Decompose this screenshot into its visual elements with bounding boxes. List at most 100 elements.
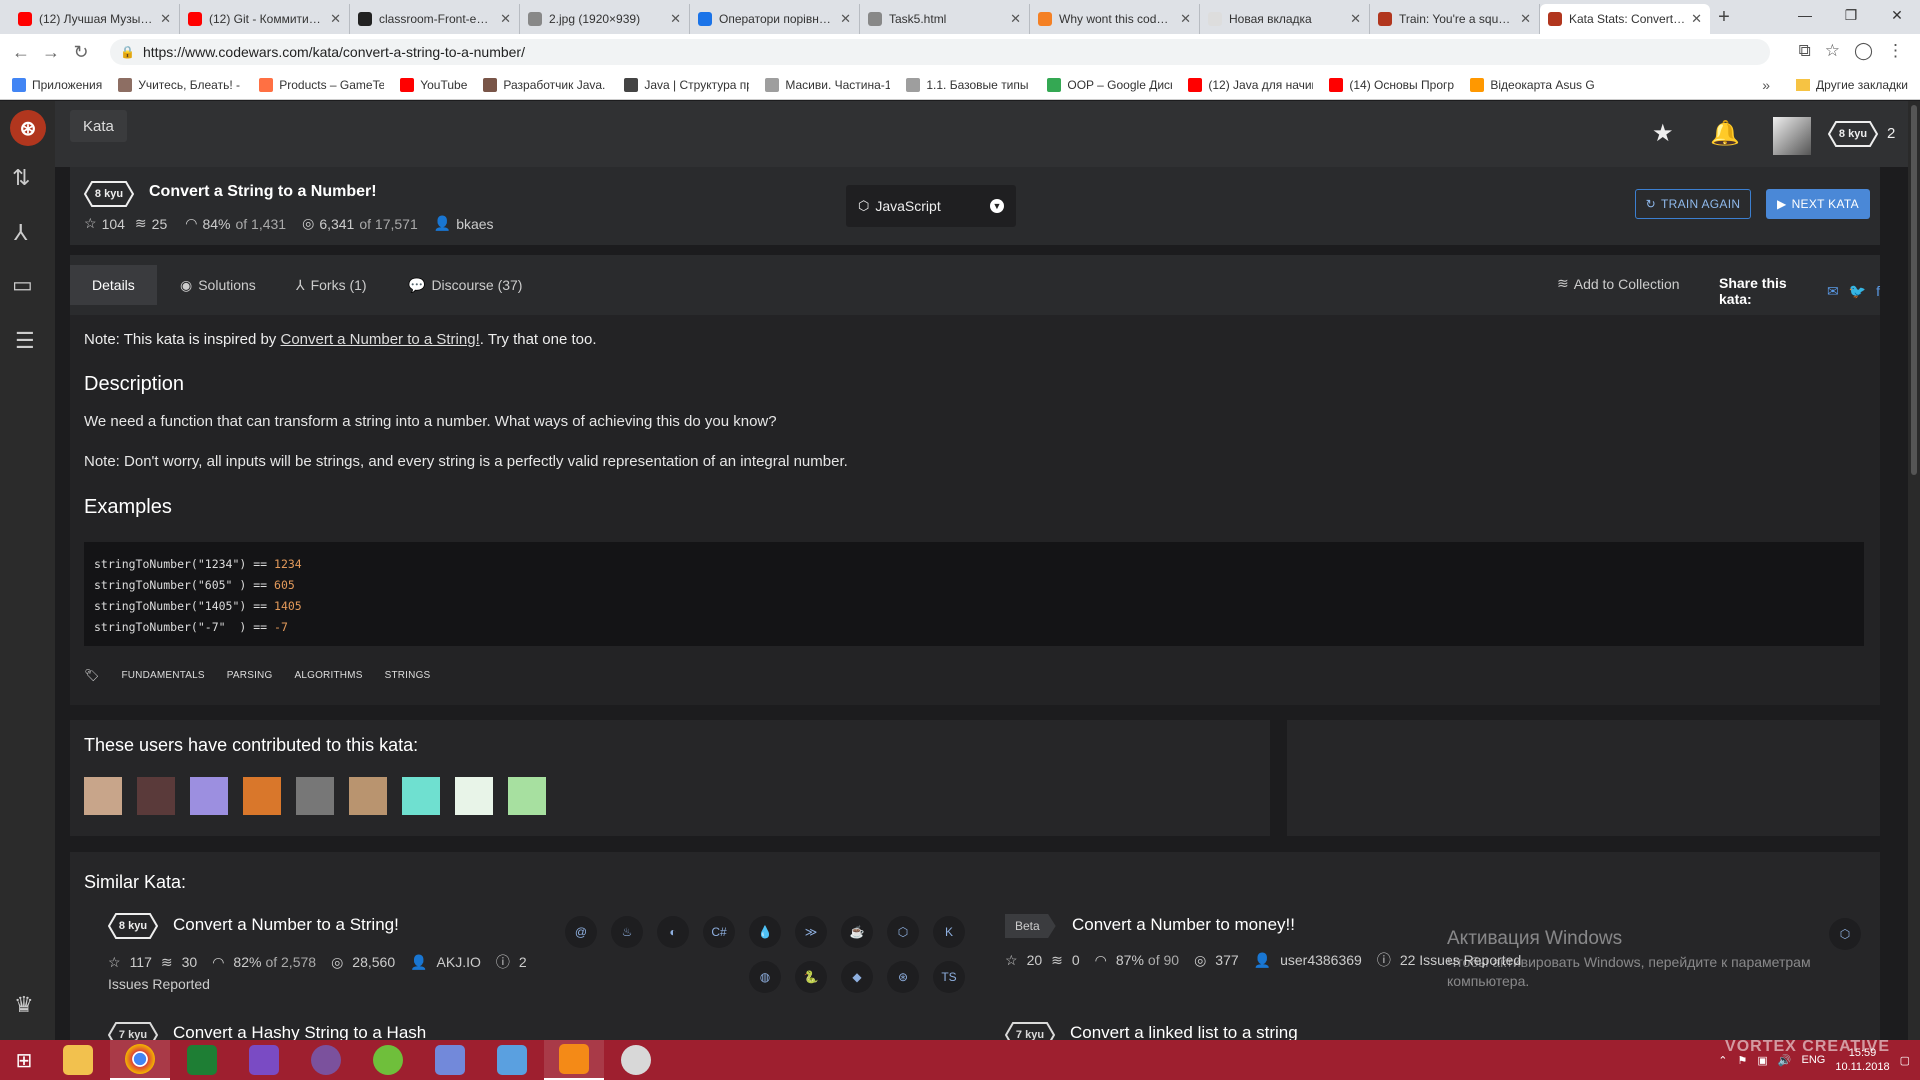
close-tab-icon[interactable]: ✕ bbox=[1520, 11, 1531, 27]
language-icon[interactable]: ◐ bbox=[657, 916, 689, 948]
language-icon[interactable]: 💧 bbox=[749, 916, 781, 948]
language-icon[interactable]: K bbox=[933, 916, 965, 948]
contributor-avatar[interactable] bbox=[349, 777, 387, 815]
close-tab-icon[interactable]: ✕ bbox=[1350, 11, 1361, 27]
language-icon[interactable]: TS bbox=[933, 961, 965, 993]
page-scrollbar[interactable] bbox=[1908, 101, 1920, 1040]
user-avatar[interactable] bbox=[1773, 117, 1811, 155]
close-tab-icon[interactable]: ✕ bbox=[1010, 11, 1021, 27]
close-tab-icon[interactable]: ✕ bbox=[160, 11, 171, 27]
bookmark-item[interactable]: Масиви. Частина-1… bbox=[765, 77, 890, 92]
bookmark-item[interactable]: YouTube bbox=[400, 77, 467, 92]
visual-studio-icon[interactable] bbox=[234, 1040, 294, 1080]
close-tab-icon[interactable]: ✕ bbox=[500, 11, 511, 27]
contributor-avatar[interactable] bbox=[190, 777, 228, 815]
new-tab-button[interactable]: + bbox=[1710, 6, 1738, 29]
tab-solutions[interactable]: ◉ Solutions bbox=[158, 265, 278, 305]
scrollbar-thumb[interactable] bbox=[1911, 105, 1917, 475]
contributor-avatar[interactable] bbox=[402, 777, 440, 815]
close-tab-icon[interactable]: ✕ bbox=[1180, 11, 1191, 27]
close-tab-icon[interactable]: ✕ bbox=[1691, 11, 1702, 27]
similar-author[interactable]: AKJ.IO bbox=[437, 954, 481, 970]
notifications-bell-icon[interactable]: 🔔 bbox=[1710, 119, 1740, 148]
close-tab-icon[interactable]: ✕ bbox=[670, 11, 681, 27]
kata-author[interactable]: bkaes bbox=[456, 216, 493, 232]
tag-item[interactable]: FUNDAMENTALS bbox=[121, 670, 204, 681]
close-tab-icon[interactable]: ✕ bbox=[840, 11, 851, 27]
codewars-logo-icon[interactable]: ⊛ bbox=[10, 110, 46, 146]
viber-icon[interactable] bbox=[296, 1040, 356, 1080]
bookmark-item[interactable]: OOP – Google Диск bbox=[1047, 77, 1172, 92]
browser-tab[interactable]: (12) Git - Коммити… ✕ bbox=[180, 4, 350, 34]
chrome-icon[interactable] bbox=[110, 1040, 170, 1080]
browser-tab[interactable]: classroom-Front-en… ✕ bbox=[350, 4, 520, 34]
discord-icon[interactable] bbox=[420, 1040, 480, 1080]
language-select[interactable]: ⬡ JavaScript ▼ bbox=[846, 185, 1016, 227]
file-explorer-icon[interactable] bbox=[48, 1040, 108, 1080]
user-rank-badge[interactable]: 8 kyu bbox=[1827, 121, 1879, 152]
tab-discourse[interactable]: 💬 Discourse (37) bbox=[386, 265, 544, 305]
close-tab-icon[interactable]: ✕ bbox=[330, 11, 341, 27]
other-bookmarks[interactable]: Другие закладки bbox=[1796, 78, 1908, 92]
bookmarks-more-button[interactable]: » bbox=[1762, 77, 1770, 93]
close-window-icon[interactable]: ✕ bbox=[1874, 0, 1920, 30]
profile-icon[interactable]: ◯ bbox=[1854, 41, 1873, 61]
tab-forks[interactable]: ⅄ Forks (1) bbox=[274, 265, 389, 305]
paint-icon[interactable] bbox=[606, 1040, 666, 1080]
email-share-icon[interactable]: ✉ bbox=[1827, 283, 1839, 300]
browser-tab[interactable]: Why wont this code… ✕ bbox=[1030, 4, 1200, 34]
train-again-button[interactable]: ↻ TRAIN AGAIN bbox=[1635, 189, 1751, 219]
bookmark-item[interactable]: Відеокарта Asus GTX… bbox=[1470, 77, 1595, 92]
language-icon[interactable]: ≫ bbox=[795, 916, 827, 948]
bookmark-item[interactable]: Приложения bbox=[12, 77, 102, 92]
bookmark-icon[interactable]: ★ bbox=[1652, 119, 1674, 148]
practice-icon[interactable]: ⇅ bbox=[12, 165, 30, 191]
windows-start-icon[interactable]: ⊞ bbox=[0, 1040, 48, 1080]
translate-icon[interactable]: ⧉ bbox=[1799, 41, 1811, 61]
similar-kata-link[interactable]: Convert a Number to money!! bbox=[1072, 915, 1295, 935]
similar-kata-link[interactable]: Convert a Number to a String! bbox=[173, 915, 399, 935]
language-icon[interactable]: @ bbox=[565, 916, 597, 948]
contributor-avatar[interactable] bbox=[84, 777, 122, 815]
bookmark-item[interactable]: 1.1. Базовые типы да… bbox=[906, 77, 1031, 92]
star-bookmark-icon[interactable]: ☆ bbox=[1825, 41, 1840, 61]
language-icon[interactable]: 🐍 bbox=[795, 961, 827, 993]
twitter-share-icon[interactable]: 🐦 bbox=[1849, 283, 1866, 300]
browser-tab[interactable]: Train: You're a squa… ✕ bbox=[1370, 4, 1540, 34]
kata-nav-link[interactable]: Kata bbox=[70, 110, 127, 142]
tag-item[interactable]: STRINGS bbox=[385, 670, 431, 681]
discuss-icon[interactable]: ▭ bbox=[12, 272, 33, 298]
browser-tab[interactable]: (12) Лучшая Музык… ✕ bbox=[10, 4, 180, 34]
language-icon[interactable]: C# bbox=[703, 916, 735, 948]
contributor-avatar[interactable] bbox=[508, 777, 546, 815]
language-icon[interactable]: ☕ bbox=[841, 916, 873, 948]
browser-tab[interactable]: 2.jpg (1920×939) ✕ bbox=[520, 4, 690, 34]
tag-item[interactable]: PARSING bbox=[227, 670, 273, 681]
bookmark-item[interactable]: (14) Основы Програ… bbox=[1329, 77, 1454, 92]
bookmark-item[interactable]: Java | Структура про… bbox=[624, 77, 749, 92]
url-field[interactable]: 🔒 https://www.codewars.com/kata/convert-… bbox=[110, 39, 1770, 65]
image-viewer-icon[interactable] bbox=[482, 1040, 542, 1080]
language-icon[interactable]: ⊛ bbox=[887, 961, 919, 993]
menu-icon[interactable]: ⋮ bbox=[1887, 41, 1904, 61]
leaderboard-trophy-icon[interactable]: ♛ bbox=[14, 992, 34, 1018]
contributor-avatar[interactable] bbox=[243, 777, 281, 815]
contributor-avatar[interactable] bbox=[137, 777, 175, 815]
excel-icon[interactable] bbox=[172, 1040, 232, 1080]
bookmark-item[interactable]: Разработчик Java. П… bbox=[483, 77, 608, 92]
tag-item[interactable]: ALGORITHMS bbox=[294, 670, 362, 681]
browser-tab[interactable]: Kata Stats: Convert a… ✕ bbox=[1540, 4, 1710, 34]
facebook-share-icon[interactable]: f bbox=[1876, 283, 1880, 299]
forward-icon[interactable]: → bbox=[36, 42, 66, 63]
bookmark-item[interactable]: Products – GameText… bbox=[259, 77, 384, 92]
browser-tab[interactable]: Task5.html ✕ bbox=[860, 4, 1030, 34]
browser-tab[interactable]: Новая вкладка ✕ bbox=[1200, 4, 1370, 34]
next-kata-button[interactable]: ▶ NEXT KATA bbox=[1766, 189, 1870, 219]
docs-icon[interactable]: ☰ bbox=[15, 328, 35, 354]
kata-tree-icon[interactable]: ⅄ bbox=[14, 220, 27, 246]
language-icon[interactable]: ◍ bbox=[749, 961, 781, 993]
tab-details[interactable]: Details bbox=[70, 265, 157, 305]
similar-author[interactable]: user4386369 bbox=[1280, 952, 1362, 968]
utorrent-icon[interactable] bbox=[358, 1040, 418, 1080]
inspired-kata-link[interactable]: Convert a Number to a String! bbox=[280, 331, 479, 348]
